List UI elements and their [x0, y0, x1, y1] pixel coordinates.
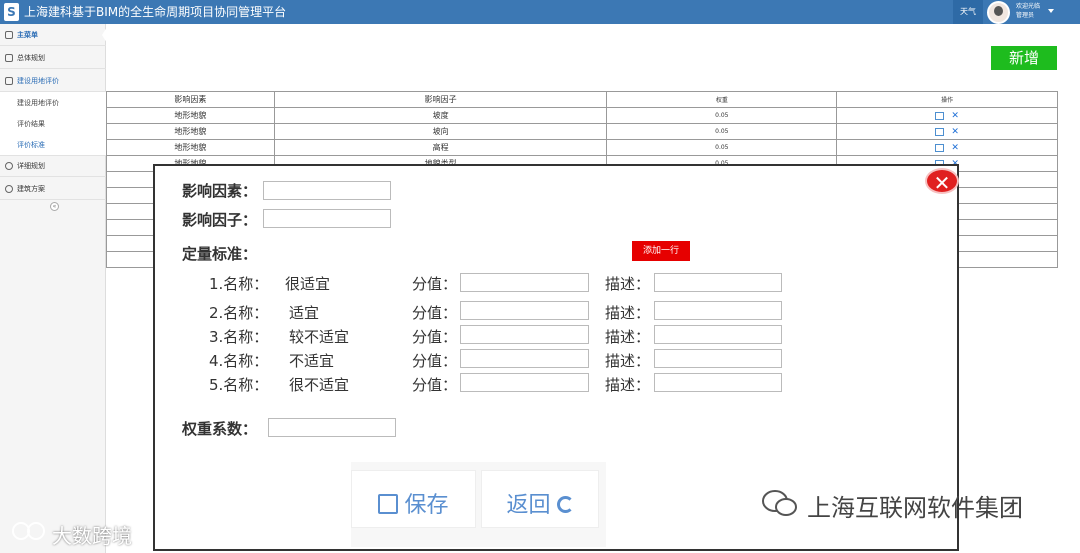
- table-cell: 0.05: [606, 139, 838, 156]
- row-actions: ✕: [836, 139, 1058, 156]
- history-icon: [5, 185, 13, 193]
- add-button[interactable]: 新增: [991, 46, 1057, 70]
- delete-icon[interactable]: ✕: [951, 127, 959, 136]
- standard-label: 定量标准：: [182, 245, 258, 263]
- factor-label: 影响因素：: [182, 182, 258, 200]
- undo-icon: [556, 496, 574, 513]
- app-logo-icon: S: [4, 3, 19, 21]
- chevron-down-icon[interactable]: [1048, 9, 1054, 13]
- desc-label: 描述：: [605, 352, 651, 370]
- level-name-value: 适宜: [289, 304, 320, 322]
- edit-icon[interactable]: [935, 127, 945, 136]
- active-indicator: [102, 27, 107, 43]
- user-name[interactable]: 管理员: [1016, 12, 1034, 20]
- level-name-value: 很不适宜: [289, 376, 350, 394]
- table-cell: 0.05: [606, 123, 838, 140]
- column-header: 影响因素: [106, 91, 275, 108]
- sidebar-item-master-plan[interactable]: 总体规划: [0, 47, 106, 69]
- user-welcome-text: 欢迎光临: [1016, 3, 1041, 10]
- top-bar: S 上海建科基于BIM的全生命周期项目协同管理平台 天气 欢迎光临 管理员: [0, 0, 1080, 24]
- desc-label: 描述：: [605, 328, 651, 346]
- score-label: 分值：: [412, 376, 458, 394]
- desc-label: 描述：: [605, 275, 651, 293]
- sidebar-item-land-evaluation[interactable]: 建设用地评价: [0, 70, 106, 92]
- level-name-label: 2.名称：: [209, 304, 269, 322]
- sidebar-item-main-menu[interactable]: 主菜单: [0, 24, 107, 46]
- level-name-value: 不适宜: [289, 352, 335, 370]
- score-label: 分值：: [412, 328, 458, 346]
- score-input[interactable]: [460, 349, 589, 368]
- sidebar: 主菜单 总体规划 建设用地评价 建设用地评价 评价结果 评价标准 详细规划 建筑…: [0, 24, 107, 553]
- edit-icon[interactable]: [935, 143, 945, 152]
- score-input[interactable]: [460, 273, 589, 292]
- table-cell: 高程: [273, 139, 608, 156]
- sidebar-subitem-results[interactable]: 评价结果: [0, 113, 106, 135]
- score-label: 分值：: [412, 352, 458, 370]
- row-actions: ✕: [836, 107, 1058, 124]
- table-cell: 坡度: [273, 107, 608, 124]
- score-label: 分值：: [412, 275, 458, 293]
- weather-button[interactable]: 天气: [953, 0, 983, 24]
- level-name-value: 较不适宜: [289, 328, 350, 346]
- save-button[interactable]: 保存: [351, 470, 476, 528]
- subfactor-label: 影响因子：: [182, 211, 258, 229]
- level-name-label: 1.名称：: [209, 275, 269, 293]
- column-header: 操作: [836, 91, 1058, 108]
- table-cell: 0.05: [606, 107, 838, 124]
- column-header: 影响因子: [273, 91, 608, 108]
- table-cell: 地形地貌: [106, 107, 275, 124]
- grid-icon: [5, 77, 13, 85]
- level-name-label: 3.名称：: [209, 328, 269, 346]
- user-avatar[interactable]: [987, 1, 1010, 24]
- sidebar-subitem-land-evaluation[interactable]: 建设用地评价: [0, 92, 106, 114]
- subfactor-input[interactable]: [263, 209, 391, 228]
- wechat-icon: [762, 490, 797, 516]
- table-row: 地形地貌 高程 0.05 ✕: [106, 139, 1058, 156]
- app-title: 上海建科基于BIM的全生命周期项目协同管理平台: [24, 5, 287, 19]
- desc-input[interactable]: [654, 273, 782, 292]
- desc-input[interactable]: [654, 301, 782, 320]
- delete-icon[interactable]: ✕: [951, 111, 959, 120]
- table-cell: 地形地貌: [106, 123, 275, 140]
- sidebar-item-detailed-plan[interactable]: 详细规划: [0, 155, 106, 177]
- score-input[interactable]: [460, 373, 589, 392]
- weight-label: 权重系数：: [182, 420, 258, 438]
- save-icon: [378, 494, 399, 514]
- table-row: 地形地貌 坡度 0.05 ✕: [106, 107, 1058, 124]
- bigdata-logo-icon: [12, 522, 45, 540]
- desc-input[interactable]: [654, 325, 782, 344]
- dashboard-icon: [5, 31, 13, 39]
- score-label: 分值：: [412, 304, 458, 322]
- grid-icon: [5, 54, 13, 62]
- score-input[interactable]: [460, 325, 589, 344]
- score-input[interactable]: [460, 301, 589, 320]
- table-header-row: 影响因素 影响因子 权重 操作: [106, 91, 1058, 108]
- wechat-watermark: 上海互联网软件集团: [807, 494, 1023, 522]
- desc-label: 描述：: [605, 304, 651, 322]
- weight-input[interactable]: [268, 418, 396, 437]
- close-icon[interactable]: ✕: [925, 168, 959, 195]
- level-name-label: 5.名称：: [209, 376, 269, 394]
- collapse-sidebar-icon[interactable]: «: [50, 202, 59, 211]
- sidebar-item-architecture[interactable]: 建筑方案: [0, 178, 106, 200]
- table-cell: 地形地貌: [106, 139, 275, 156]
- level-name-value: 很适宜: [285, 275, 331, 293]
- sidebar-subitem-standards[interactable]: 评价标准: [0, 134, 106, 156]
- table-row: 地形地貌 坡向 0.05 ✕: [106, 123, 1058, 140]
- history-icon: [5, 162, 13, 170]
- desc-input[interactable]: [654, 349, 782, 368]
- delete-icon[interactable]: ✕: [951, 143, 959, 152]
- level-name-label: 4.名称：: [209, 352, 269, 370]
- desc-label: 描述：: [605, 376, 651, 394]
- column-header: 权重: [606, 91, 838, 108]
- add-row-button[interactable]: 添加一行: [632, 241, 690, 261]
- factor-input[interactable]: [263, 181, 391, 200]
- back-button[interactable]: 返回: [481, 470, 599, 528]
- edit-icon[interactable]: [935, 111, 945, 120]
- row-actions: ✕: [836, 123, 1058, 140]
- bigdata-watermark: 大数跨境: [52, 524, 132, 548]
- dialog-button-area: 保存 返回: [351, 462, 606, 547]
- table-cell: 坡向: [273, 123, 608, 140]
- desc-input[interactable]: [654, 373, 782, 392]
